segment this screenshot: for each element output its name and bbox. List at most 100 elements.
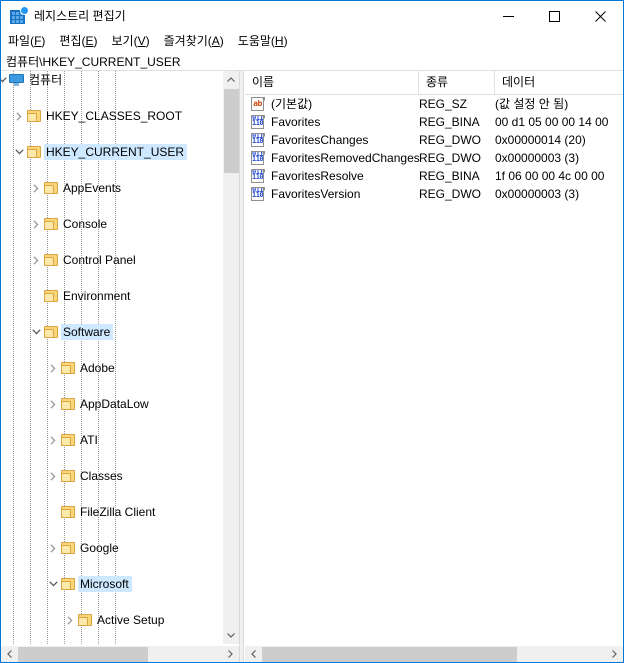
tree-item-label: AppDataLow [80, 397, 149, 411]
value-data: 0x00000003 (3) [495, 151, 580, 165]
menu-favorites-tail: ) [219, 34, 224, 48]
pane-splitter[interactable] [239, 71, 244, 662]
chevron-right-icon [228, 650, 233, 658]
menu-favorites[interactable]: 즐겨찾기(A) [157, 31, 231, 52]
value-row[interactable]: ab (기본값) REG_SZ (값 설정 안 됨) [245, 95, 623, 113]
tree-item-software[interactable]: Software [1, 323, 221, 341]
chevron-down-icon[interactable] [11, 143, 27, 161]
folder-icon [77, 613, 93, 627]
chevron-right-icon[interactable] [45, 359, 61, 377]
values-list[interactable]: ab (기본값) REG_SZ (값 설정 안 됨) 011 110 Favorites RE… [245, 95, 623, 644]
chevron-right-icon[interactable] [45, 539, 61, 557]
chevron-right-icon[interactable] [28, 215, 44, 233]
tree-item-environment[interactable]: Environment [1, 287, 221, 305]
menu-file-tail: ) [41, 34, 46, 48]
window-title: 레지스트리 편집기 [34, 9, 126, 23]
scroll-thumb[interactable] [224, 89, 239, 173]
tree-item-label: Environment [63, 289, 131, 303]
menu-favorites-text: 즐겨찾기( [163, 34, 212, 48]
folder-icon [60, 397, 76, 411]
tree-item-filezilla-client[interactable]: FileZilla Client [1, 503, 221, 521]
registry-tree[interactable]: 컴퓨터 HKEY_CLASSES_ROOT HKEY_CURRENT_USER App… [1, 71, 221, 644]
title-bar[interactable]: 레지스트리 편집기 [1, 1, 623, 31]
tree-item-active-setup[interactable]: Active Setup [1, 611, 221, 629]
tree-item-hkey-current-user[interactable]: HKEY_CURRENT_USER [1, 143, 221, 161]
tree-item-classes[interactable]: Classes [1, 467, 221, 485]
tree-item-appdatalow[interactable]: AppDataLow [1, 395, 221, 413]
close-button[interactable] [577, 1, 623, 31]
menu-help-tail: ) [283, 34, 288, 48]
folder-icon [26, 145, 42, 159]
column-header-data[interactable]: 데이터 [495, 71, 623, 94]
tree-item-appevents[interactable]: AppEvents [1, 179, 221, 197]
registry-editor-window: 레지스트리 편집기 파일(F) 편집(E) 보기(V) 즐겨찾기(A) 도움말(… [0, 0, 624, 663]
values-horizontal-scrollbar[interactable] [245, 645, 623, 662]
tree-item-label: Google [80, 541, 119, 555]
tree-item-hkey-classes-root[interactable]: HKEY_CLASSES_ROOT [1, 107, 221, 125]
scroll-thumb[interactable] [262, 647, 517, 662]
scroll-left-button[interactable] [245, 646, 262, 662]
menu-file-text: 파일( [8, 34, 35, 48]
tree-vertical-scrollbar[interactable] [222, 71, 239, 644]
menu-view-text: 보기( [111, 34, 138, 48]
value-row[interactable]: 011 110 Favorites REG_BINA 00 d1 05 00 00 14… [245, 113, 623, 131]
chevron-right-icon[interactable] [11, 107, 27, 125]
tree-item-microsoft[interactable]: Microsoft [1, 575, 221, 593]
folder-icon [43, 289, 59, 303]
scroll-thumb[interactable] [18, 647, 148, 662]
scroll-down-button[interactable] [223, 627, 239, 644]
value-row[interactable]: 011 110 FavoritesVersion REG_DWO 0x00000003 … [245, 185, 623, 203]
scroll-right-button[interactable] [606, 646, 623, 662]
menu-edit[interactable]: 편집(E) [52, 31, 104, 52]
folder-icon [60, 433, 76, 447]
computer-icon [9, 73, 25, 87]
folder-icon [43, 253, 59, 267]
value-name: FavoritesVersion [271, 187, 361, 201]
minimize-button[interactable] [485, 1, 531, 31]
scroll-right-button[interactable] [222, 646, 239, 662]
tree-item-label: Microsoft [78, 576, 132, 592]
chevron-left-icon [251, 650, 256, 658]
scroll-left-button[interactable] [1, 646, 18, 662]
value-row[interactable]: 011 110 FavoritesResolve REG_BINA 1f 06 00 0… [245, 167, 623, 185]
address-bar[interactable]: 컴퓨터\HKEY_CURRENT_USER [1, 52, 623, 71]
chevron-right-icon[interactable] [62, 611, 78, 629]
chevron-right-icon[interactable] [45, 467, 61, 485]
value-name: FavoritesRemovedChanges [271, 151, 420, 165]
maximize-button[interactable] [531, 1, 577, 31]
column-header-type[interactable]: 종류 [419, 71, 495, 94]
tree-item-ati[interactable]: ATI [1, 431, 221, 449]
tree-item-label: ATI [80, 433, 98, 447]
menu-help[interactable]: 도움말(H) [231, 31, 295, 52]
chevron-down-icon [227, 633, 235, 638]
tree-item-컴퓨터[interactable]: 컴퓨터 [1, 71, 221, 89]
chevron-right-icon[interactable] [28, 251, 44, 269]
tree-item-control-panel[interactable]: Control Panel [1, 251, 221, 269]
tree-horizontal-scrollbar[interactable] [1, 645, 239, 662]
chevron-right-icon[interactable] [28, 179, 44, 197]
value-row[interactable]: 011 110 FavoritesChanges REG_DWO 0x00000014 … [245, 131, 623, 149]
menu-edit-text: 편집( [59, 34, 86, 48]
chevron-down-icon[interactable] [28, 323, 44, 341]
close-icon [594, 10, 606, 22]
menu-view-tail: ) [145, 34, 150, 48]
folder-icon [60, 361, 76, 375]
column-header-name[interactable]: 이름 [245, 71, 419, 94]
tree-item-console[interactable]: Console [1, 215, 221, 233]
tree-item-adobe[interactable]: Adobe [1, 359, 221, 377]
value-type: REG_SZ [419, 97, 468, 111]
registry-tree-pane: 컴퓨터 HKEY_CLASSES_ROOT HKEY_CURRENT_USER App… [1, 71, 239, 662]
tree-item-google[interactable]: Google [1, 539, 221, 557]
chevron-right-icon[interactable] [45, 431, 61, 449]
binary-value-icon: 011 110 [251, 151, 265, 165]
binary-value-icon: 011 110 [251, 169, 265, 183]
value-row[interactable]: 011 110 FavoritesRemovedChanges REG_DWO 0x00… [245, 149, 623, 167]
scroll-up-button[interactable] [223, 71, 239, 88]
chevron-down-icon[interactable] [45, 575, 61, 593]
value-name: FavoritesResolve [271, 169, 364, 183]
chevron-right-icon[interactable] [45, 395, 61, 413]
menu-file[interactable]: 파일(F) [1, 31, 52, 52]
folder-icon [60, 541, 76, 555]
menu-view[interactable]: 보기(V) [105, 31, 157, 52]
folder-icon [60, 577, 76, 591]
